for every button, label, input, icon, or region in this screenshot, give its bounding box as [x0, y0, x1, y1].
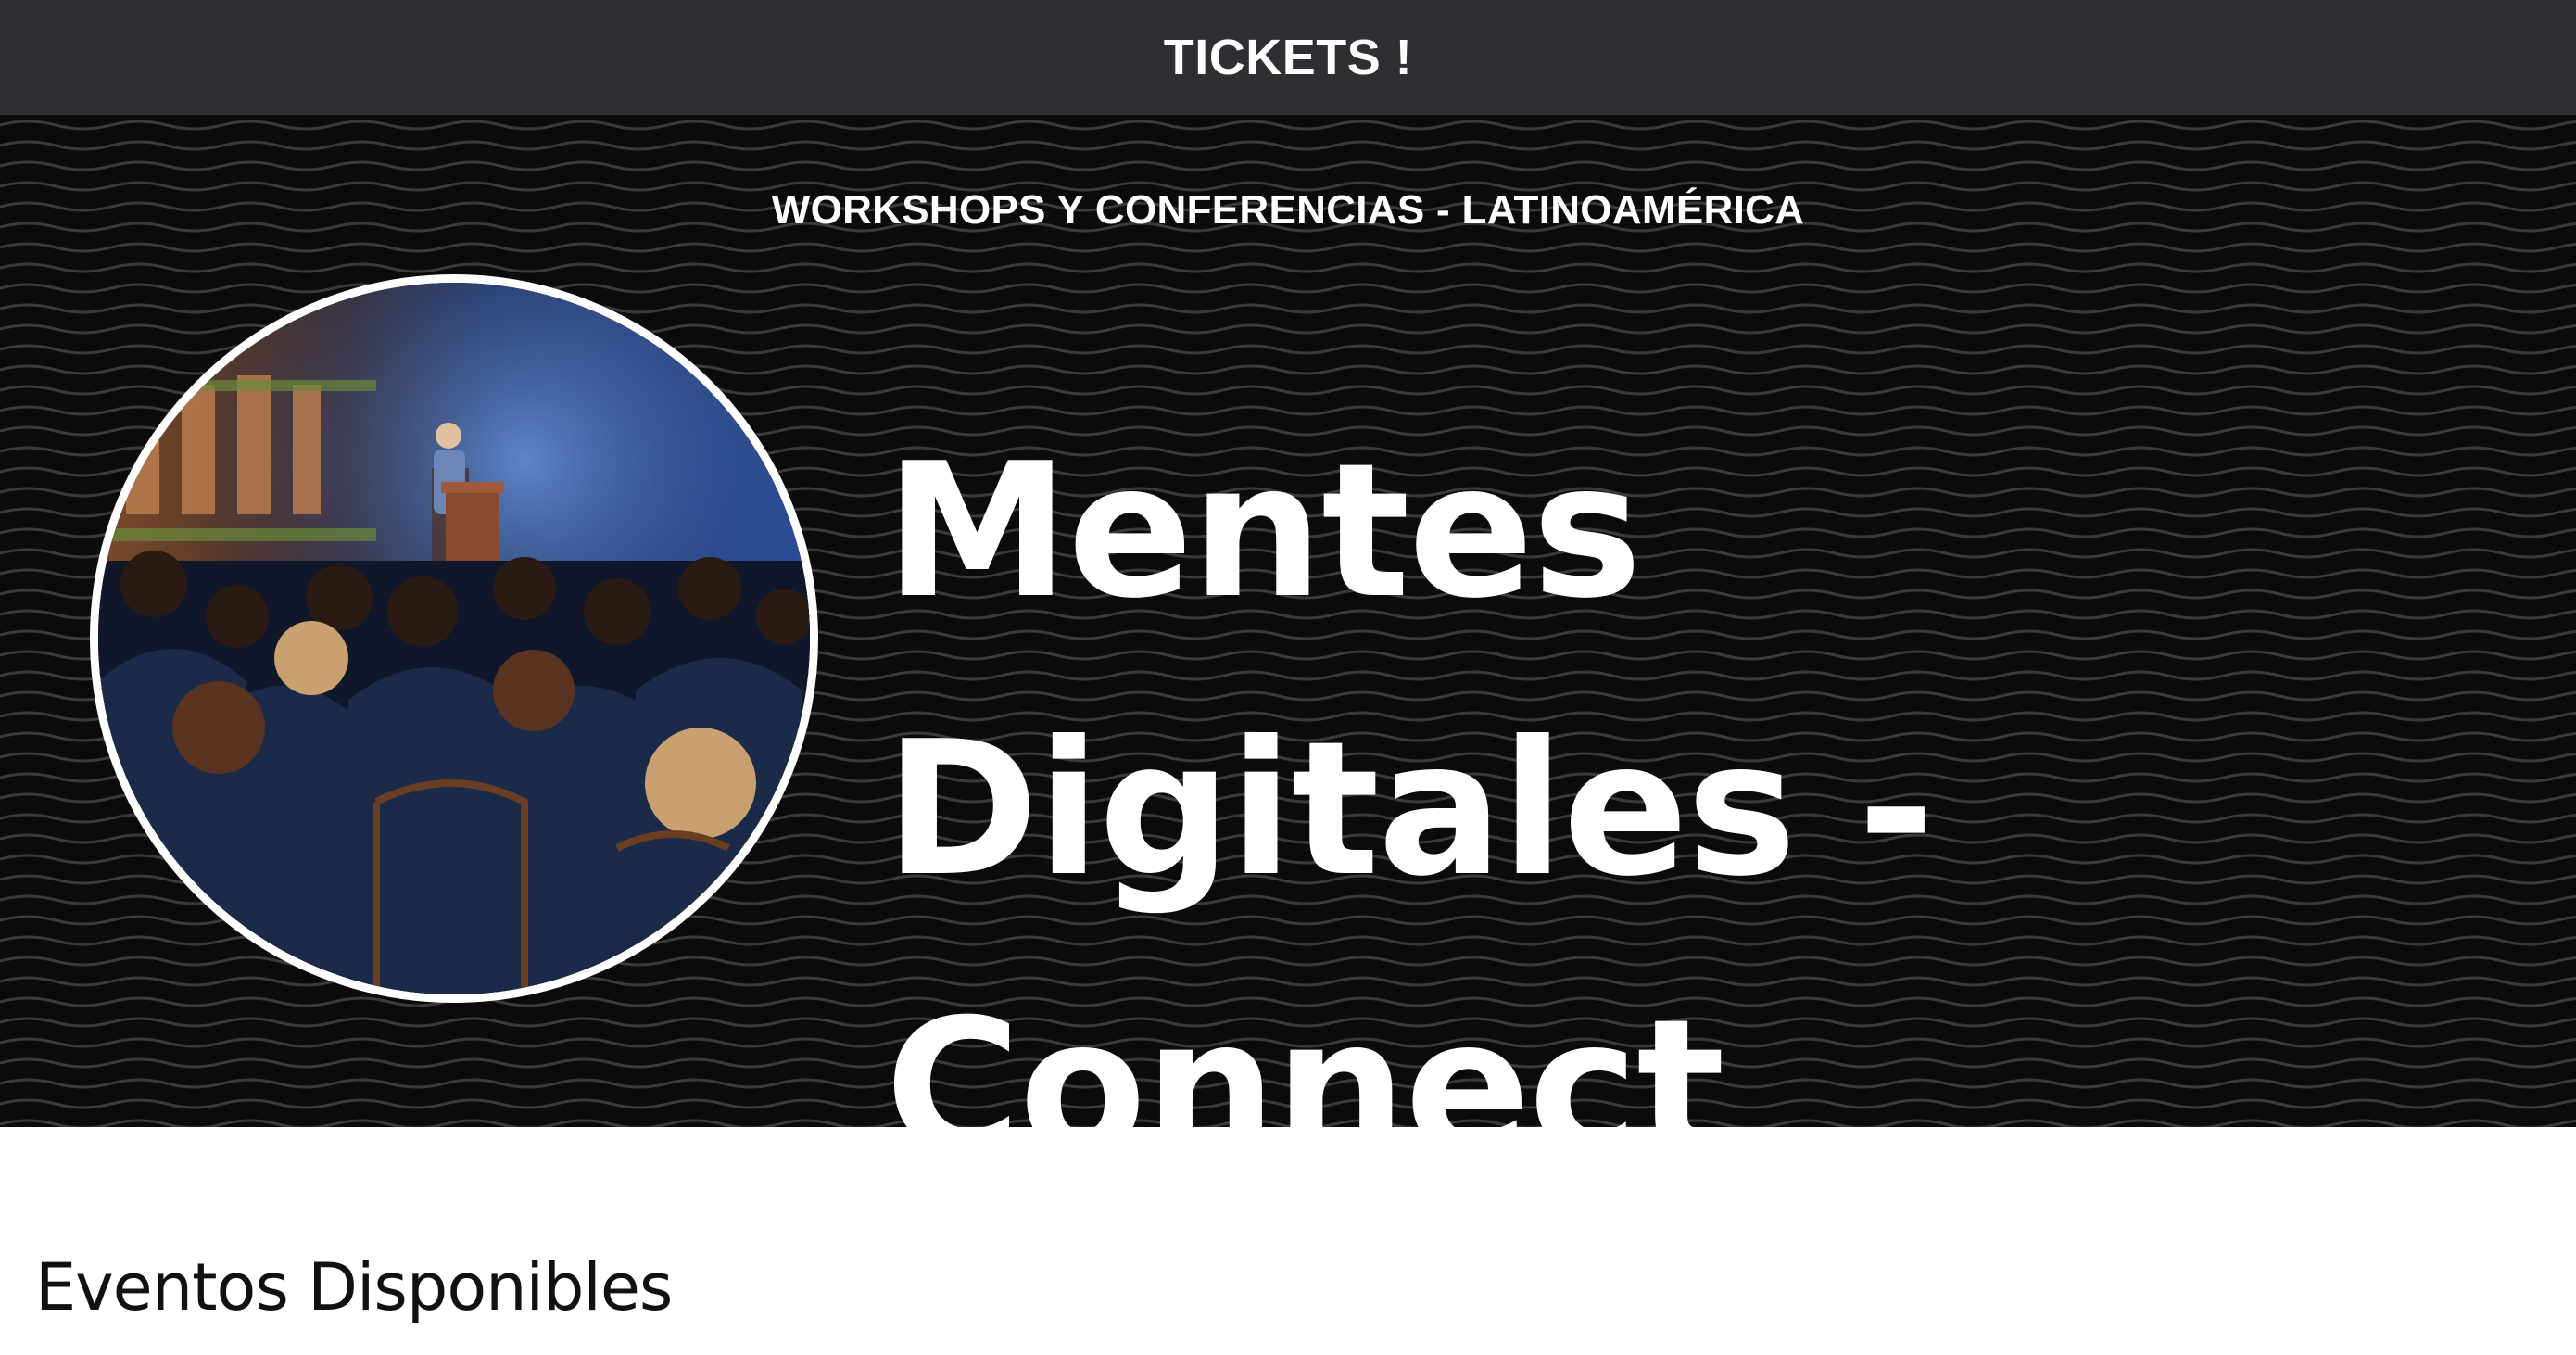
hero-subtitle: WORKSHOPS Y CONFERENCIAS - LATINOAMÉRICA	[771, 187, 1805, 233]
hero-banner: WORKSHOPS Y CONFERENCIAS - LATINOAMÉRICA	[0, 115, 2576, 1127]
top-bar: TICKETS !	[0, 0, 2576, 115]
hero-title: Mentes Digitales - Connect	[885, 424, 1935, 1127]
site-title-link[interactable]: TICKETS !	[1164, 29, 1413, 86]
section-heading: Eventos Disponibles	[35, 1249, 673, 1325]
conference-photo	[90, 274, 818, 1003]
